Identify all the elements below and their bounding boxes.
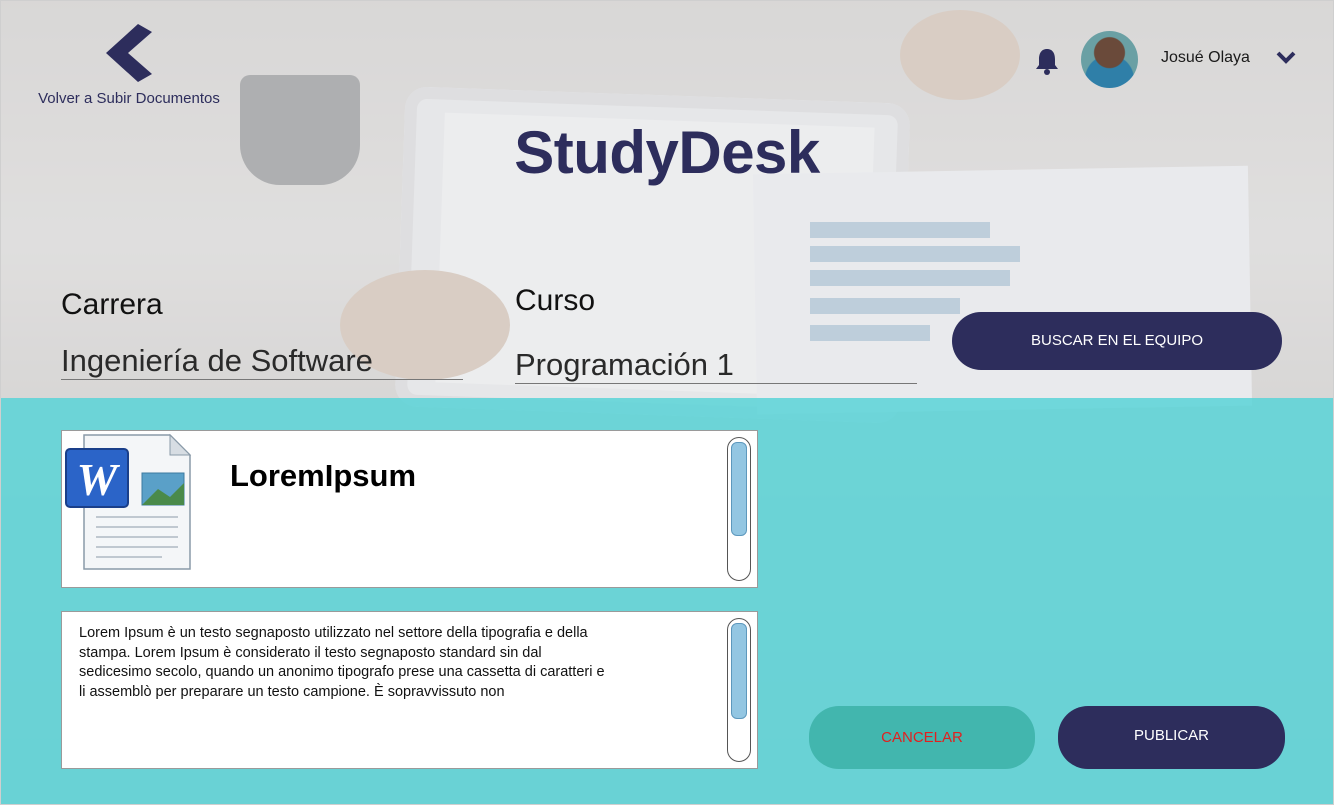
back-button[interactable]: Volver a Subir Documentos — [24, 22, 234, 107]
scrollbar-thumb[interactable] — [731, 442, 747, 536]
cancel-button[interactable]: CANCELAR — [809, 706, 1035, 769]
scrollbar-thumb[interactable] — [731, 623, 747, 719]
curso-field[interactable]: Programación 1 — [515, 347, 917, 384]
publish-button[interactable]: PUBLICAR — [1058, 706, 1285, 769]
user-name[interactable]: Josué Olaya — [1161, 49, 1250, 67]
app-title: StudyDesk — [514, 119, 820, 186]
back-label: Volver a Subir Documentos — [38, 90, 220, 107]
carrera-label: Carrera — [61, 288, 163, 321]
carrera-field[interactable]: Ingeniería de Software — [61, 343, 463, 380]
document-card[interactable]: W LoremIpsum — [61, 430, 758, 588]
bell-icon[interactable] — [1034, 47, 1060, 75]
chevron-down-icon[interactable] — [1276, 50, 1296, 66]
avatar[interactable] — [1081, 31, 1138, 88]
chevron-left-icon — [106, 24, 152, 82]
scrollbar[interactable] — [727, 437, 751, 581]
scrollbar[interactable] — [727, 618, 751, 762]
document-title: LoremIpsum — [230, 458, 417, 493]
svg-text:W: W — [77, 454, 121, 505]
curso-label: Curso — [515, 284, 596, 317]
word-document-icon: W — [62, 431, 197, 579]
search-team-button[interactable]: BUSCAR EN EL EQUIPO — [952, 312, 1282, 370]
description-box[interactable]: Lorem Ipsum è un testo segnaposto utiliz… — [61, 611, 758, 769]
description-text: Lorem Ipsum è un testo segnaposto utiliz… — [79, 625, 605, 700]
